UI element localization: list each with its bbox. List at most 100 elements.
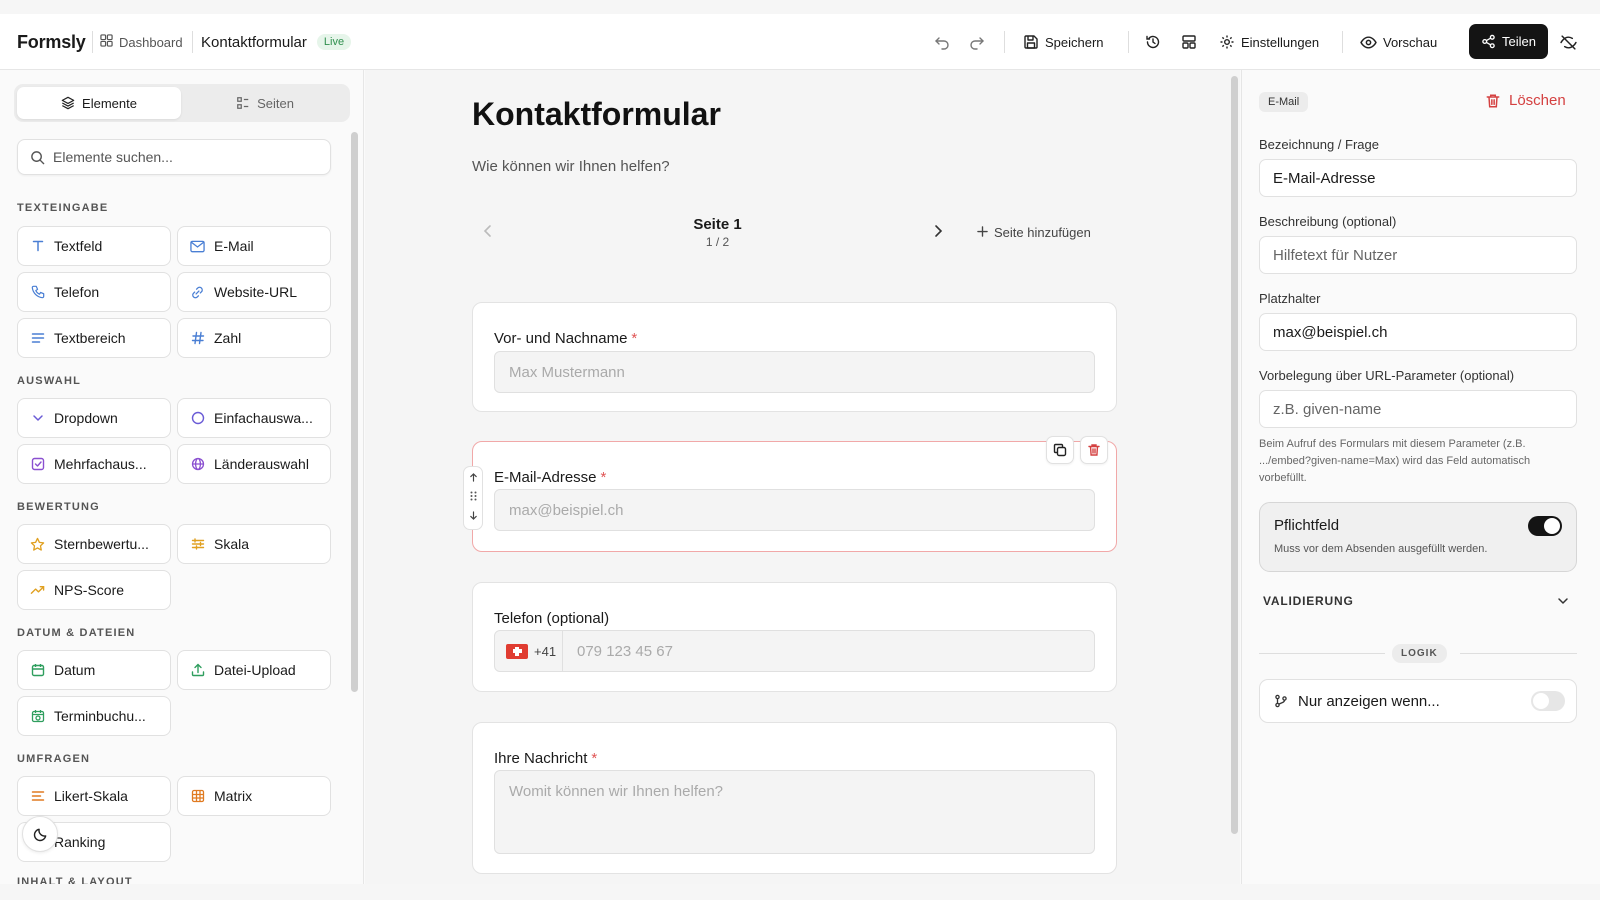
required-description: Muss vor dem Absenden ausgefüllt werden. bbox=[1274, 543, 1488, 555]
layout-button[interactable] bbox=[1176, 29, 1202, 55]
tab-label: Elemente bbox=[82, 95, 137, 111]
upload-icon bbox=[190, 663, 205, 678]
validation-expand-button[interactable] bbox=[1557, 592, 1569, 610]
redo-button[interactable] bbox=[964, 29, 990, 55]
share-button[interactable]: Teilen bbox=[1469, 24, 1548, 59]
required-toggle[interactable] bbox=[1528, 516, 1562, 536]
duplicate-field-button[interactable] bbox=[1046, 436, 1074, 464]
redo-icon bbox=[970, 37, 984, 50]
breadcrumb-dashboard[interactable]: Dashboard bbox=[100, 25, 183, 59]
category-title: INHALT & LAYOUT bbox=[17, 876, 133, 884]
arrow-up-icon[interactable] bbox=[469, 473, 478, 485]
chevron-down-icon bbox=[1558, 598, 1568, 604]
globe-icon bbox=[190, 457, 205, 472]
category-title: TEXTEINGABE bbox=[17, 202, 109, 214]
element-nps-score[interactable]: NPS-Score bbox=[17, 570, 171, 610]
layout-icon bbox=[1182, 35, 1196, 49]
window-bottom-strip bbox=[0, 884, 1600, 900]
form-subtitle[interactable]: Wie können wir Ihnen helfen? bbox=[472, 158, 670, 175]
field-reorder-handle[interactable] bbox=[463, 466, 483, 530]
preview-button[interactable]: Vorschau bbox=[1360, 25, 1437, 59]
arrow-down-icon[interactable] bbox=[469, 511, 478, 523]
element-mehrfachauswahl[interactable]: Mehrfachaus... bbox=[17, 444, 171, 484]
element-skala[interactable]: Skala bbox=[177, 524, 331, 564]
element-einfachauswahl[interactable]: Einfachauswa... bbox=[177, 398, 331, 438]
next-page-button[interactable] bbox=[933, 224, 943, 243]
category-title: BEWERTUNG bbox=[17, 501, 100, 513]
prefill-field-label: Vorbelegung über URL-Parameter (optional… bbox=[1259, 368, 1515, 383]
share-icon bbox=[1482, 34, 1495, 49]
element-email[interactable]: E-Mail bbox=[177, 226, 331, 266]
form-name[interactable]: Kontaktformular Live bbox=[201, 25, 352, 59]
hide-panel-button[interactable] bbox=[1555, 29, 1581, 55]
star-icon bbox=[30, 537, 45, 552]
element-matrix[interactable]: Matrix bbox=[177, 776, 331, 816]
element-datei-upload[interactable]: Datei-Upload bbox=[177, 650, 331, 690]
required-marker: * bbox=[600, 469, 607, 486]
eye-off-icon bbox=[1559, 34, 1577, 50]
trend-icon bbox=[30, 583, 45, 598]
form-canvas: Kontaktformular Wie können wir Ihnen hel… bbox=[365, 70, 1240, 884]
element-zahl[interactable]: Zahl bbox=[177, 318, 331, 358]
dial-code: +41 bbox=[534, 643, 557, 659]
field-card-name[interactable]: Vor- und Nachname * Max Mustermann bbox=[472, 302, 1117, 412]
drag-grip-icon[interactable] bbox=[470, 491, 477, 504]
add-page-button[interactable]: Seite hinzufügen bbox=[977, 225, 1091, 240]
prev-page-button[interactable] bbox=[483, 224, 493, 243]
properties-panel: E-Mail Löschen Bezeichnung / Frage Besch… bbox=[1241, 70, 1600, 884]
required-marker: * bbox=[591, 750, 598, 767]
element-likert-skala[interactable]: Likert-Skala bbox=[17, 776, 171, 816]
top-bar: Formsly Dashboard Kontaktformular Live S… bbox=[0, 14, 1600, 70]
divider bbox=[1460, 653, 1577, 654]
tab-pages[interactable]: Seiten bbox=[183, 87, 347, 119]
field-card-message[interactable]: Ihre Nachricht * Womit können wir Ihnen h… bbox=[472, 722, 1117, 874]
element-laenderauswahl[interactable]: Länderauswahl bbox=[177, 444, 331, 484]
calendar-icon bbox=[30, 663, 45, 678]
condition-toggle[interactable] bbox=[1531, 691, 1565, 711]
label-input[interactable] bbox=[1259, 159, 1577, 197]
element-website-url[interactable]: Website-URL bbox=[177, 272, 331, 312]
theme-toggle-button[interactable] bbox=[22, 816, 58, 852]
delete-button[interactable]: Löschen bbox=[1485, 92, 1566, 109]
required-title: Pflichtfeld bbox=[1274, 517, 1340, 534]
divider bbox=[192, 31, 193, 53]
validation-section-header[interactable]: VALIDIERUNG bbox=[1263, 594, 1354, 608]
settings-button[interactable]: Einstellungen bbox=[1219, 25, 1319, 59]
delete-field-button[interactable] bbox=[1080, 436, 1108, 464]
sidebar-scrollbar[interactable] bbox=[351, 132, 358, 692]
undo-button[interactable] bbox=[929, 29, 955, 55]
trash-icon bbox=[1486, 94, 1500, 107]
element-textbereich[interactable]: Textbereich bbox=[17, 318, 171, 358]
form-title[interactable]: Kontaktformular bbox=[472, 96, 721, 133]
placeholder-input[interactable] bbox=[1259, 313, 1577, 351]
settings-label: Einstellungen bbox=[1241, 34, 1320, 50]
field-label: E-Mail-Adresse * bbox=[494, 469, 607, 486]
swiss-flag-icon bbox=[506, 643, 528, 659]
divider bbox=[1128, 31, 1129, 53]
tab-elements[interactable]: Elemente bbox=[17, 87, 181, 119]
divider bbox=[1004, 31, 1005, 53]
field-preview-input: +41 079 123 45 67 bbox=[494, 630, 1095, 672]
logic-section-label: LOGIK bbox=[1392, 644, 1447, 663]
prefill-param-input[interactable] bbox=[1259, 390, 1577, 428]
condition-label: Nur anzeigen wenn... bbox=[1298, 692, 1440, 710]
element-telefon[interactable]: Telefon bbox=[17, 272, 171, 312]
search-input[interactable] bbox=[53, 149, 313, 165]
field-card-phone[interactable]: Telefon (optional) +41 079 123 45 67 bbox=[472, 582, 1117, 692]
field-type-chip: E-Mail bbox=[1259, 92, 1309, 112]
field-placeholder: 079 123 45 67 bbox=[577, 642, 673, 660]
eye-icon bbox=[1360, 35, 1377, 49]
history-button[interactable] bbox=[1140, 29, 1166, 55]
element-datum[interactable]: Datum bbox=[17, 650, 171, 690]
description-input[interactable] bbox=[1259, 236, 1577, 274]
save-button[interactable]: Speichern bbox=[1023, 25, 1104, 59]
dashboard-icon bbox=[100, 34, 113, 50]
element-sternbewertung[interactable]: Sternbewertu... bbox=[17, 524, 171, 564]
divider bbox=[1259, 653, 1385, 654]
element-terminbuchung[interactable]: Terminbuchu... bbox=[17, 696, 171, 736]
element-dropdown[interactable]: Dropdown bbox=[17, 398, 171, 438]
text-icon bbox=[30, 239, 45, 254]
canvas-scrollbar[interactable] bbox=[1231, 76, 1238, 834]
element-textfeld[interactable]: Textfeld bbox=[17, 226, 171, 266]
field-card-email-selected[interactable]: E-Mail-Adresse * max@beispiel.ch bbox=[463, 436, 1117, 552]
